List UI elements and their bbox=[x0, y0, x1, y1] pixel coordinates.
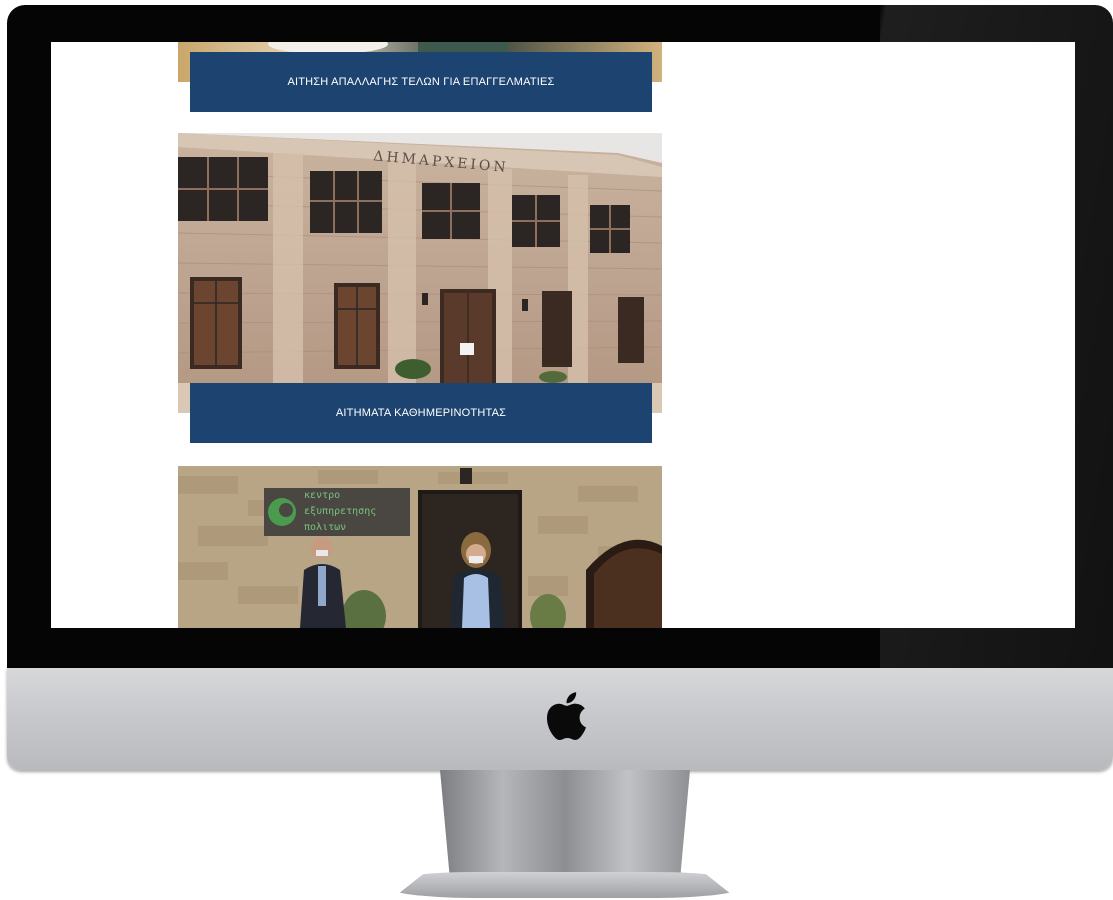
apple-icon bbox=[546, 692, 586, 741]
svg-text:εξυπηρετησης: εξυπηρετησης bbox=[304, 506, 376, 517]
browser-viewport[interactable]: ΑΙΤΗΣΗ ΑΠΑΛΛΑΓΗΣ ΤΕΛΩΝ ΓΙΑ ΕΠΑΓΓΕΛΜΑΤΙΕΣ bbox=[51, 42, 1075, 628]
card-image-town-hall[interactable]: ΔΗΜΑΡΧΕΙΟΝ bbox=[178, 133, 662, 413]
card-link-daily-requests[interactable]: ΑΙΤΗΜΑΤΑ ΚΑΘΗΜΕΡΙΝΟΤΗΤΑΣ bbox=[190, 383, 652, 443]
monitor-stand-foot bbox=[392, 872, 737, 898]
town-hall-photo: ΔΗΜΑΡΧΕΙΟΝ bbox=[178, 133, 662, 413]
monitor-stand-neck bbox=[440, 770, 690, 880]
sign-text: κεντρο bbox=[304, 490, 340, 501]
card-link-tax-exemption[interactable]: ΑΙΤΗΣΗ ΑΠΑΛΛΑΓΗΣ ΤΕΛΩΝ ΓΙΑ ΕΠΑΓΓΕΛΜΑΤΙΕΣ bbox=[190, 52, 652, 112]
card-image-service-center[interactable]: κεντρο εξυπηρετησης πολιτων bbox=[178, 466, 662, 628]
svg-text:πολιτων: πολιτων bbox=[304, 522, 346, 533]
service-center-photo: κεντρο εξυπηρετησης πολιτων bbox=[178, 466, 662, 628]
